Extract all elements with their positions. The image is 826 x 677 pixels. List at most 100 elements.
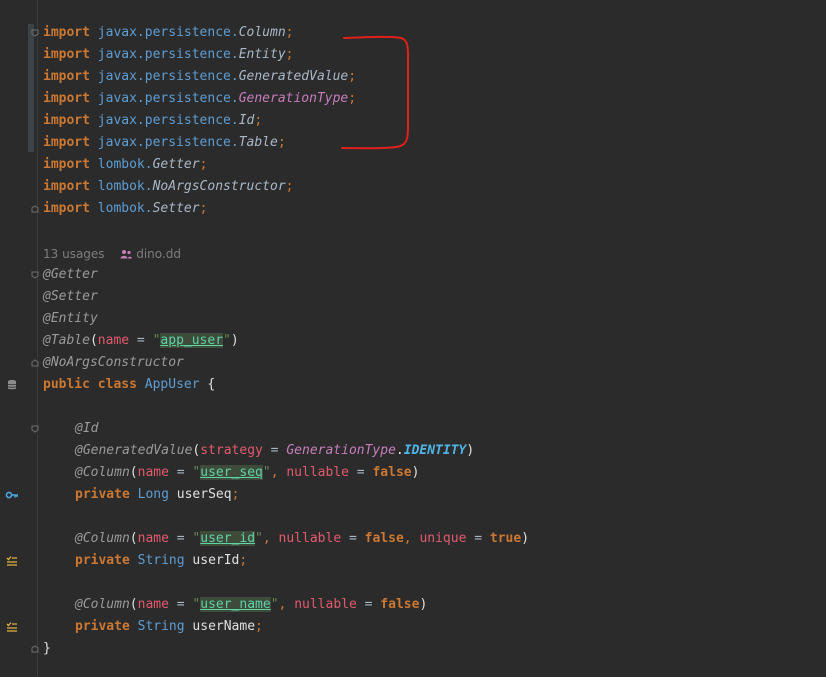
package: javax.persistence.	[97, 91, 239, 106]
boolean-value: false	[380, 597, 420, 612]
keyword: import	[43, 201, 90, 216]
annotation: @Column	[75, 597, 130, 612]
keyword: class	[97, 377, 137, 392]
import-class: Entity	[238, 47, 286, 62]
database-icon[interactable]	[5, 378, 19, 392]
keyword: public	[43, 377, 90, 392]
table-name-string[interactable]: app_user	[160, 333, 224, 348]
annotation-param: nullable	[286, 465, 349, 480]
annotation-line[interactable]: @Setter	[43, 286, 98, 308]
usages-hint[interactable]: 13 usages dino.dd	[43, 245, 181, 263]
field-type: String	[137, 619, 185, 634]
import-line[interactable]: import lombok.Setter;	[43, 198, 207, 220]
import-line[interactable]: import javax.persistence.Id;	[43, 110, 262, 132]
annotation-param: nullable	[278, 531, 342, 546]
keyword: import	[43, 91, 90, 106]
column-icon[interactable]	[5, 554, 19, 568]
import-line[interactable]: import javax.persistence.Column;	[43, 22, 293, 44]
column-name-string[interactable]: user_id	[200, 531, 256, 546]
import-line[interactable]: import javax.persistence.Entity;	[43, 44, 293, 66]
column-name-string[interactable]: user_name	[200, 597, 271, 612]
class-name: AppUser	[144, 377, 200, 392]
field-declaration[interactable]: private String userName;	[75, 616, 263, 638]
import-line[interactable]: import javax.persistence.GenerationType;	[43, 88, 356, 110]
annotation-line[interactable]: @NoArgsConstructor	[43, 352, 184, 374]
fold-icon[interactable]	[31, 29, 39, 37]
boolean-value: true	[489, 531, 522, 546]
import-line[interactable]: import lombok.NoArgsConstructor;	[43, 176, 293, 198]
import-line[interactable]: import lombok.Getter;	[43, 154, 207, 176]
annotation-param: nullable	[294, 597, 357, 612]
keyword: import	[43, 157, 90, 172]
keyword: private	[75, 619, 130, 634]
field-declaration[interactable]: private Long userSeq;	[75, 484, 239, 506]
annotation-line[interactable]: @Column(name = "user_seq", nullable = fa…	[75, 462, 419, 484]
import-class: Table	[238, 135, 278, 150]
package: lombok.	[97, 157, 153, 172]
package: lombok.	[97, 201, 153, 216]
annotation-line[interactable]: @GeneratedValue(strategy = GenerationTyp…	[75, 440, 474, 462]
annotation: @Setter	[43, 289, 98, 304]
keyword: private	[75, 553, 130, 568]
code-editor[interactable]: import javax.persistence.Column; import …	[0, 0, 826, 677]
gutter-divider	[37, 0, 38, 677]
column-icon[interactable]	[5, 620, 19, 634]
keyword: import	[43, 113, 90, 128]
annotation-param: strategy	[200, 443, 263, 458]
brace: }	[43, 641, 51, 656]
keyword: private	[75, 487, 130, 502]
keyword: import	[43, 135, 90, 150]
keyword: import	[43, 25, 90, 40]
fold-icon[interactable]	[31, 359, 39, 367]
author-name: dino.dd	[136, 247, 181, 261]
keyword: import	[43, 179, 90, 194]
fold-icon[interactable]	[31, 271, 39, 279]
field-declaration[interactable]: private String userId;	[75, 550, 247, 572]
class-declaration[interactable]: public class AppUser {	[43, 374, 215, 396]
import-class: NoArgsConstructor	[152, 179, 286, 194]
package: javax.persistence.	[97, 25, 239, 40]
import-class: GeneratedValue	[238, 69, 349, 84]
enum-type: GenerationType	[286, 443, 396, 458]
annotation: @NoArgsConstructor	[43, 355, 184, 370]
package: javax.persistence.	[97, 69, 239, 84]
annotation-line[interactable]: @Id	[75, 418, 98, 440]
keyword: import	[43, 69, 90, 84]
closing-brace-line[interactable]: }	[43, 638, 51, 660]
field-type: String	[137, 553, 185, 568]
annotation-param: name	[137, 531, 169, 546]
field-name: userSeq	[176, 487, 232, 502]
fold-icon[interactable]	[31, 645, 39, 653]
annotation-line[interactable]: @Entity	[43, 308, 98, 330]
annotation: @Column	[75, 465, 130, 480]
package: javax.persistence.	[97, 135, 239, 150]
field-name: userName	[192, 619, 256, 634]
fold-icon[interactable]	[31, 425, 39, 433]
annotation-param: name	[97, 333, 130, 348]
author-hint[interactable]: dino.dd	[120, 247, 181, 261]
annotation: @Entity	[43, 311, 98, 326]
field-name: userId	[192, 553, 240, 568]
user-icon	[120, 250, 133, 259]
key-icon[interactable]	[5, 488, 19, 502]
annotation: @Column	[75, 531, 130, 546]
annotation-line[interactable]: @Table(name = "app_user")	[43, 330, 239, 352]
fold-icon[interactable]	[31, 205, 39, 213]
annotation-param: name	[137, 597, 169, 612]
enum-constant: IDENTITY	[403, 443, 467, 458]
import-class: GenerationType	[238, 91, 349, 106]
annotation-line[interactable]: @Column(name = "user_name", nullable = f…	[75, 594, 427, 616]
annotation-line[interactable]: @Column(name = "user_id", nullable = fal…	[75, 528, 529, 550]
import-class: Id	[238, 113, 255, 128]
import-class: Getter	[152, 157, 200, 172]
boolean-value: false	[364, 531, 404, 546]
column-name-string[interactable]: user_seq	[200, 465, 263, 480]
import-class: Setter	[152, 201, 200, 216]
usages-count[interactable]: 13 usages	[43, 247, 105, 261]
import-class: Column	[238, 25, 286, 40]
annotation-param: name	[137, 465, 169, 480]
import-line[interactable]: import javax.persistence.GeneratedValue;	[43, 66, 356, 88]
annotation: @Getter	[43, 267, 98, 282]
import-line[interactable]: import javax.persistence.Table;	[43, 132, 286, 154]
annotation-line[interactable]: @Getter	[43, 264, 98, 286]
